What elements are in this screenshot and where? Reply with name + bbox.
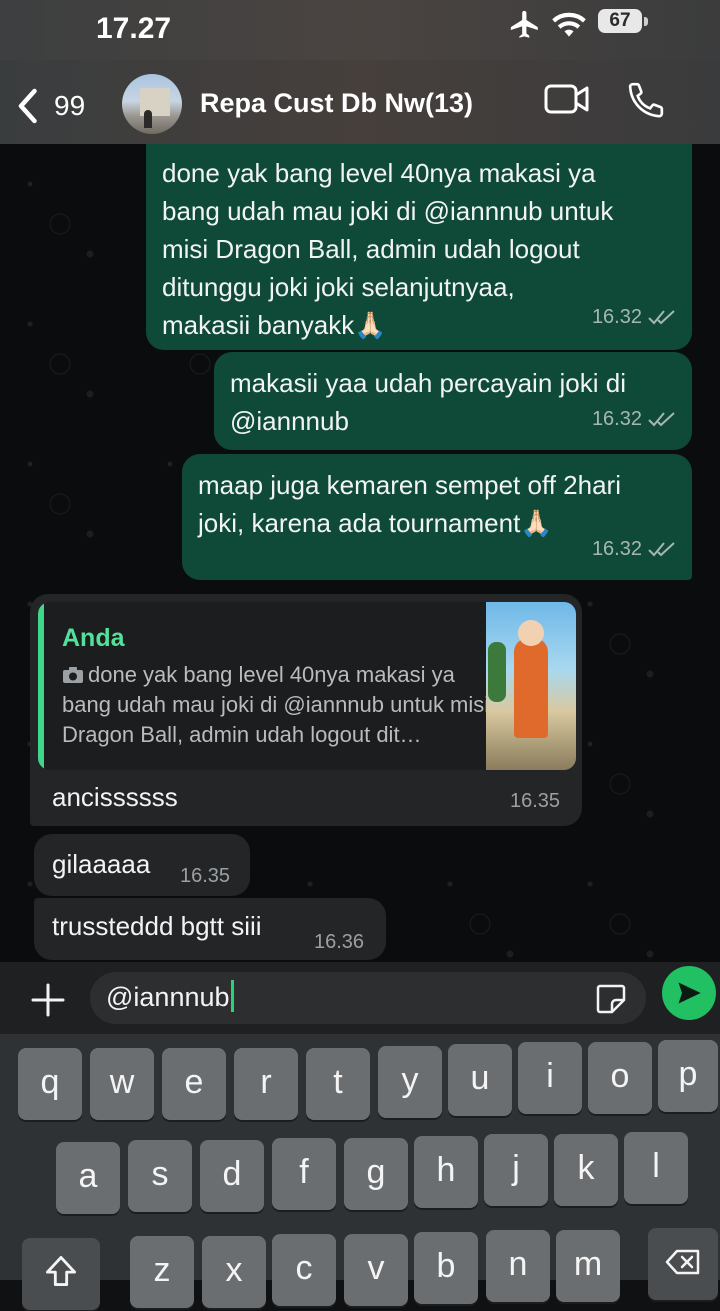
key-r[interactable]: r: [234, 1048, 298, 1120]
key-j[interactable]: j: [484, 1134, 548, 1206]
message-meta: 16.32: [592, 400, 676, 438]
message-meta: 16.32: [592, 530, 676, 568]
key-i[interactable]: i: [518, 1042, 582, 1114]
message-text: gilaaaaa: [52, 849, 151, 879]
key-x[interactable]: x: [202, 1236, 266, 1308]
shift-icon: [45, 1255, 77, 1287]
message-meta: 16.32: [592, 298, 676, 336]
quoted-image-thumbnail: [486, 602, 576, 770]
key-z[interactable]: z: [130, 1236, 194, 1308]
key-h[interactable]: h: [414, 1136, 478, 1208]
backspace-key[interactable]: [648, 1228, 718, 1300]
video-camera-icon[interactable]: [544, 82, 590, 116]
message-time: 16.32: [591, 408, 642, 430]
status-time: 17.27: [96, 12, 172, 45]
airplane-icon: [510, 10, 538, 38]
key-n[interactable]: n: [486, 1230, 550, 1302]
key-t[interactable]: t: [306, 1048, 370, 1120]
reply-text: ancissssss: [52, 782, 178, 812]
chat-title[interactable]: Repa Cust Db Nw(13): [200, 88, 473, 119]
chat-area[interactable]: done yak bang level 40nya makasi ya bang…: [0, 144, 720, 962]
quote-text: done yak bang level 40nya makasi ya bang…: [62, 662, 490, 747]
chevron-left-icon: [18, 88, 37, 124]
key-f[interactable]: f: [272, 1138, 336, 1210]
quoted-message[interactable]: Anda done yak bang level 40nya makasi ya…: [38, 602, 576, 770]
message-time: 16.32: [591, 306, 642, 328]
backspace-icon: [665, 1249, 700, 1275]
message-bubble[interactable]: done yak bang level 40nya makasi ya bang…: [146, 144, 692, 350]
key-l[interactable]: l: [624, 1132, 688, 1204]
send-button[interactable]: [662, 966, 716, 1020]
avatar[interactable]: [122, 74, 182, 134]
plus-icon[interactable]: [28, 980, 68, 1020]
double-check-icon: [648, 412, 675, 427]
send-icon: [678, 982, 701, 1004]
key-m[interactable]: m: [556, 1230, 620, 1302]
key-e[interactable]: e: [162, 1048, 226, 1120]
chat-header: 99 Repa Cust Db Nw(13): [0, 60, 720, 144]
wifi-icon: [552, 12, 586, 37]
key-w[interactable]: w: [90, 1048, 154, 1120]
message-time: 16.36: [314, 931, 365, 953]
double-check-icon: [648, 542, 675, 557]
message-time: 16.35: [180, 865, 231, 887]
unread-count: 99: [54, 90, 86, 121]
key-y[interactable]: y: [378, 1046, 442, 1118]
key-u[interactable]: u: [448, 1044, 512, 1116]
message-input[interactable]: @iannnub: [90, 972, 646, 1024]
composer-bar: @iannnub: [0, 962, 720, 1034]
battery-level: 67: [598, 9, 642, 33]
message-bubble[interactable]: trussteddd bgtt siii 16.36: [34, 898, 386, 960]
key-o[interactable]: o: [588, 1042, 652, 1114]
status-bar: 17.27 67: [0, 0, 720, 60]
message-text: trussteddd bgtt siii: [52, 911, 262, 941]
back-button[interactable]: 99: [14, 86, 104, 126]
key-a[interactable]: a: [56, 1142, 120, 1214]
camera-icon: [63, 667, 83, 683]
keyboard: q w e r t y u i o p a s d f g h j k l z …: [0, 1034, 720, 1310]
key-b[interactable]: b: [414, 1232, 478, 1304]
message-bubble[interactable]: makasii yaa udah percayain joki di @iann…: [214, 352, 692, 450]
message-bubble[interactable]: maap juga kemaren sempet off 2hari joki,…: [182, 454, 692, 580]
double-check-icon: [648, 310, 675, 325]
sticker-icon[interactable]: [594, 982, 628, 1016]
message-input-value: @iannnub: [106, 982, 230, 1012]
key-g[interactable]: g: [344, 1138, 408, 1210]
key-q[interactable]: q: [18, 1048, 82, 1120]
battery-icon: 67: [598, 9, 648, 35]
key-k[interactable]: k: [554, 1134, 618, 1206]
phone-icon[interactable]: [626, 80, 666, 120]
key-s[interactable]: s: [128, 1140, 192, 1212]
key-c[interactable]: c: [272, 1234, 336, 1306]
key-d[interactable]: d: [200, 1140, 264, 1212]
message-bubble[interactable]: gilaaaaa 16.35: [34, 834, 250, 896]
key-v[interactable]: v: [344, 1234, 408, 1306]
message-time: 16.32: [591, 538, 642, 560]
shift-key[interactable]: [22, 1238, 100, 1310]
message-time: 16.35: [510, 790, 561, 812]
quote-author: Anda: [62, 624, 125, 652]
key-p[interactable]: p: [658, 1040, 718, 1112]
